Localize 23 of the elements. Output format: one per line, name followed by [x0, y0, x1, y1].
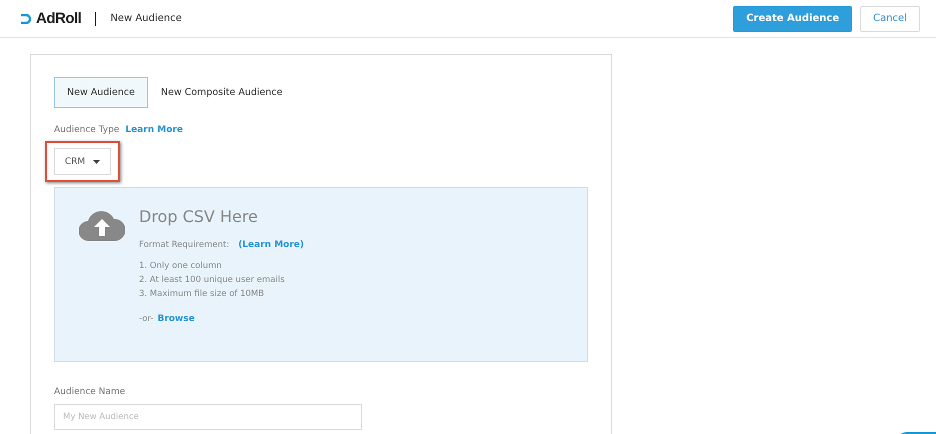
field-label: Audience Type — [54, 125, 120, 135]
logo: AdRoll — [36, 10, 82, 27]
requirement-item: 3. Maximum file size of 10MB — [139, 288, 266, 301]
tab[interactable]: New Audience — [54, 77, 148, 108]
browse-link[interactable]: Browse — [157, 314, 195, 324]
learn-more-link[interactable]: Learn More — [125, 125, 183, 135]
upload-cloud-icon — [79, 209, 125, 241]
create-button[interactable]: Create Audience — [733, 6, 852, 32]
requirement-item: 2. At least 100 unique user emails — [139, 274, 286, 287]
requirement-label: Format Requirement: — [139, 240, 230, 250]
logo-icon — [20, 14, 32, 24]
tab[interactable]: New Composite Audience — [148, 77, 296, 108]
cancel-button[interactable]: Cancel — [860, 6, 920, 32]
page-title: New Audience — [110, 13, 182, 24]
caret-icon — [93, 160, 100, 164]
field-label: Audience Name — [54, 387, 126, 397]
drop-title: Drop CSV Here — [139, 207, 259, 226]
or-text: -or- — [139, 314, 154, 324]
learn-more-link[interactable]: (Learn More) — [238, 240, 304, 250]
type-dropdown[interactable]: CRM — [54, 148, 111, 175]
requirement-item: 1. Only one column — [139, 260, 223, 273]
drop-zone[interactable]: Drop CSV Here Format Requirement: (Learn More) 1. Only one column 2. At least 100 unique user emails 3. Maximum file size of 10MB -or- Browse — [54, 187, 588, 362]
audience-name-input[interactable]: My New Audience — [54, 404, 362, 430]
